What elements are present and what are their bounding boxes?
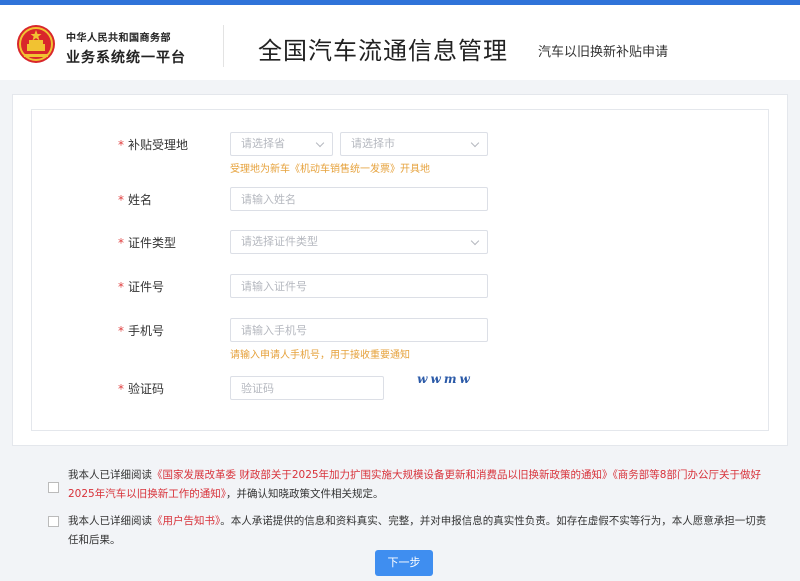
page-subtitle: 汽车以旧换新补贴申请 <box>538 45 669 60</box>
form-card: * 补贴受理地 请选择省 请选择市 受理地为新车《机动车销售统一发票》开具地 * 姓… <box>12 94 788 446</box>
city-select[interactable]: 请选择市 <box>340 132 488 156</box>
phone-input[interactable] <box>230 318 488 342</box>
chevron-down-icon <box>470 138 480 148</box>
org-name-line2: 业务系统统一平台 <box>66 50 186 66</box>
captcha-label: * 验证码 <box>118 382 165 396</box>
captcha-image[interactable]: wwmw <box>414 372 476 390</box>
agreement-notice-checkbox[interactable] <box>48 516 59 527</box>
phone-hint: 请输入申请人手机号，用于接收重要通知 <box>230 350 410 361</box>
user-notice-link[interactable]: 《用户告知书》 <box>152 515 220 527</box>
phone-label: * 手机号 <box>118 324 165 338</box>
org-name-line1: 中华人民共和国商务部 <box>66 33 171 44</box>
agreement-policy-text: 我本人已详细阅读《国家发展改革委 财政部关于2025年加力扩围实施大规模设备更新… <box>68 469 761 500</box>
agreement-notice-text: 我本人已详细阅读《用户告知书》。本人承诺提供的信息和资料真实、完整，并对申报信息… <box>68 515 767 546</box>
policy-doc-link-1[interactable]: 《国家发展改革委 财政部关于2025年加力扩围实施大规模设备更新和消费品以旧换新… <box>152 469 613 481</box>
form-panel: * 补贴受理地 请选择省 请选择市 受理地为新车《机动车销售统一发票》开具地 * 姓… <box>31 109 769 431</box>
page-title: 全国汽车流通信息管理 <box>258 37 508 65</box>
chevron-down-icon <box>315 138 325 148</box>
next-step-button[interactable]: 下一步 <box>375 550 433 576</box>
id-number-label: * 证件号 <box>118 280 165 294</box>
captcha-input[interactable] <box>230 376 384 400</box>
region-hint: 受理地为新车《机动车销售统一发票》开具地 <box>230 164 430 175</box>
province-select[interactable]: 请选择省 <box>230 132 333 156</box>
region-label: * 补贴受理地 <box>118 138 189 152</box>
page-header: 中华人民共和国商务部 业务系统统一平台 全国汽车流通信息管理 汽车以旧换新补贴申… <box>0 5 800 80</box>
id-type-select[interactable]: 请选择证件类型 <box>230 230 488 254</box>
agreement-policy-checkbox[interactable] <box>48 482 59 493</box>
header-divider <box>223 25 224 67</box>
required-mark: * <box>118 138 124 152</box>
id-type-label: * 证件类型 <box>118 236 177 250</box>
name-input[interactable] <box>230 187 488 211</box>
name-label: * 姓名 <box>118 193 153 207</box>
national-emblem-icon <box>17 25 55 63</box>
chevron-down-icon <box>470 236 480 246</box>
id-number-input[interactable] <box>230 274 488 298</box>
